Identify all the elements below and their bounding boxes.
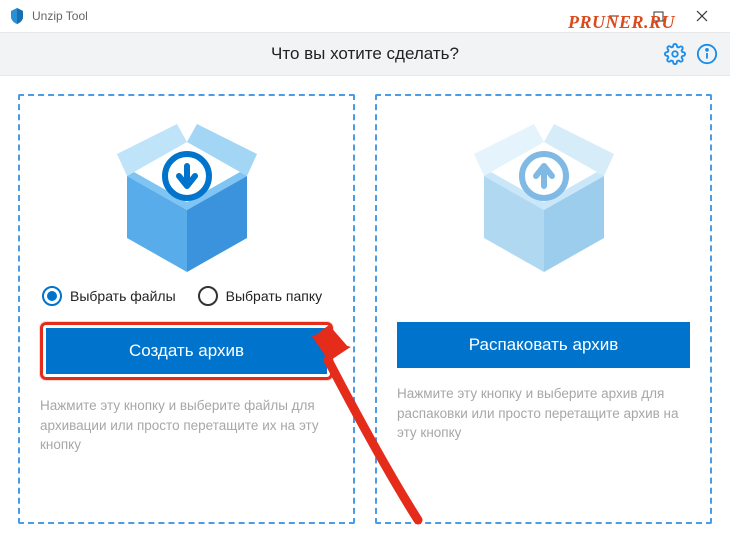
radio-icon <box>42 286 62 306</box>
close-button[interactable] <box>690 4 714 28</box>
radio-select-files[interactable]: Выбрать файлы <box>42 286 176 306</box>
radio-icon <box>198 286 218 306</box>
radio-label: Выбрать папку <box>226 288 323 304</box>
create-archive-panel[interactable]: Выбрать файлы Выбрать папку Создать архи… <box>18 94 355 524</box>
app-title: Unzip Tool <box>32 9 88 23</box>
create-archive-button[interactable]: Создать архив <box>46 328 327 374</box>
settings-icon[interactable] <box>664 43 686 65</box>
page-title: Что вы хотите сделать? <box>271 44 459 64</box>
button-label: Создать архив <box>129 341 244 361</box>
radio-select-folder[interactable]: Выбрать папку <box>198 286 323 306</box>
source-radio-group: Выбрать файлы Выбрать папку <box>42 286 322 306</box>
extract-archive-box-icon <box>469 114 619 274</box>
radio-label: Выбрать файлы <box>70 288 176 304</box>
extract-archive-panel[interactable]: Распаковать архив Нажмите эту кнопку и в… <box>375 94 712 524</box>
app-logo-icon <box>8 7 26 25</box>
extract-hint-text: Нажмите эту кнопку и выберите архив для … <box>397 384 690 443</box>
main-panels: Выбрать файлы Выбрать папку Создать архи… <box>0 76 730 542</box>
info-icon[interactable] <box>696 43 718 65</box>
extract-archive-button[interactable]: Распаковать архив <box>397 322 690 368</box>
button-label: Распаковать архив <box>469 335 619 355</box>
create-hint-text: Нажмите эту кнопку и выберите файлы для … <box>40 396 333 455</box>
create-archive-box-icon <box>112 114 262 274</box>
highlight-annotation: Создать архив <box>40 322 333 380</box>
header-bar: PRUNER.RU Что вы хотите сделать? <box>0 32 730 76</box>
watermark-text: PRUNER.RU <box>568 12 675 33</box>
